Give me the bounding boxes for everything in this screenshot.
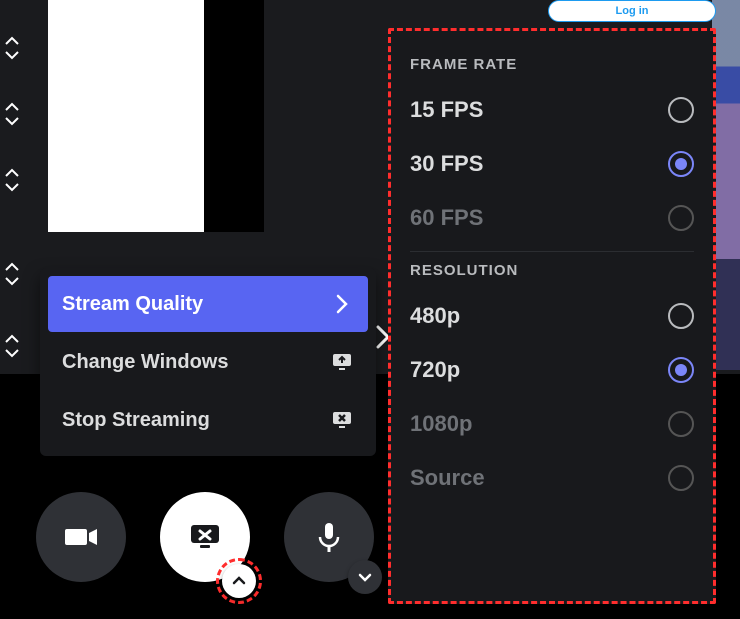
chevron-up-icon bbox=[4, 262, 20, 272]
option-15fps[interactable]: 15 FPS bbox=[410, 83, 694, 137]
option-1080p[interactable]: 1080p bbox=[410, 397, 694, 451]
option-720p[interactable]: 720p bbox=[410, 343, 694, 397]
chevron-down-icon bbox=[4, 348, 20, 358]
login-button[interactable]: Log in bbox=[548, 0, 716, 22]
option-label: Source bbox=[410, 465, 485, 491]
option-label: 1080p bbox=[410, 411, 472, 437]
option-30fps[interactable]: 30 FPS bbox=[410, 137, 694, 191]
resolution-title: RESOLUTION bbox=[410, 262, 694, 279]
scroll-arrows[interactable] bbox=[4, 36, 20, 60]
chevron-down-icon bbox=[4, 276, 20, 286]
radio-selected-icon bbox=[668, 357, 694, 383]
chevron-down-icon bbox=[4, 182, 20, 192]
chevron-down-icon bbox=[4, 50, 20, 60]
background-right-blur bbox=[712, 0, 740, 370]
option-label: 30 FPS bbox=[410, 151, 483, 177]
menu-item-stream-quality[interactable]: Stream Quality bbox=[48, 276, 368, 332]
chevron-right-icon bbox=[330, 292, 354, 316]
radio-icon bbox=[668, 97, 694, 123]
camera-icon bbox=[61, 517, 101, 557]
option-label: 720p bbox=[410, 357, 460, 383]
menu-item-label: Stream Quality bbox=[62, 293, 203, 316]
radio-selected-icon bbox=[668, 151, 694, 177]
stream-quality-panel: FRAME RATE 15 FPS 30 FPS 60 FPS RESOLUTI… bbox=[388, 28, 716, 604]
stop-stream-icon bbox=[330, 408, 354, 432]
microphone-icon bbox=[309, 517, 349, 557]
scroll-arrows[interactable] bbox=[4, 168, 20, 192]
radio-icon bbox=[668, 303, 694, 329]
radio-icon bbox=[668, 411, 694, 437]
menu-item-stop-streaming[interactable]: Stop Streaming bbox=[48, 392, 368, 448]
scroll-arrows[interactable] bbox=[4, 262, 20, 286]
option-480p[interactable]: 480p bbox=[410, 289, 694, 343]
menu-item-change-windows[interactable]: Change Windows bbox=[48, 334, 368, 390]
option-60fps[interactable]: 60 FPS bbox=[410, 191, 694, 245]
screen-share-options-button[interactable] bbox=[222, 564, 256, 598]
microphone-options-button[interactable] bbox=[348, 560, 382, 594]
chevron-up-icon bbox=[4, 168, 20, 178]
chevron-up-icon bbox=[231, 573, 247, 589]
chevron-down-icon bbox=[4, 116, 20, 126]
menu-item-label: Stop Streaming bbox=[62, 409, 210, 432]
screen-share-active-icon bbox=[185, 517, 225, 557]
chevron-down-icon bbox=[357, 569, 373, 585]
chevron-up-icon bbox=[4, 334, 20, 344]
scroll-arrows[interactable] bbox=[4, 334, 20, 358]
background-white-panel bbox=[48, 0, 204, 232]
radio-icon bbox=[668, 465, 694, 491]
menu-item-label: Change Windows bbox=[62, 351, 228, 374]
divider bbox=[410, 251, 694, 252]
screen-share-icon bbox=[330, 350, 354, 374]
login-label: Log in bbox=[616, 5, 649, 17]
scroll-arrows[interactable] bbox=[4, 102, 20, 126]
background-black-gap bbox=[204, 0, 264, 232]
option-source[interactable]: Source bbox=[410, 451, 694, 505]
chevron-up-icon bbox=[4, 36, 20, 46]
option-label: 480p bbox=[410, 303, 460, 329]
radio-icon bbox=[668, 205, 694, 231]
option-label: 15 FPS bbox=[410, 97, 483, 123]
frame-rate-title: FRAME RATE bbox=[410, 56, 694, 73]
stream-context-menu: Stream Quality Change Windows Stop Strea… bbox=[40, 268, 376, 456]
camera-button[interactable] bbox=[36, 492, 126, 582]
chevron-up-icon bbox=[4, 102, 20, 112]
option-label: 60 FPS bbox=[410, 205, 483, 231]
